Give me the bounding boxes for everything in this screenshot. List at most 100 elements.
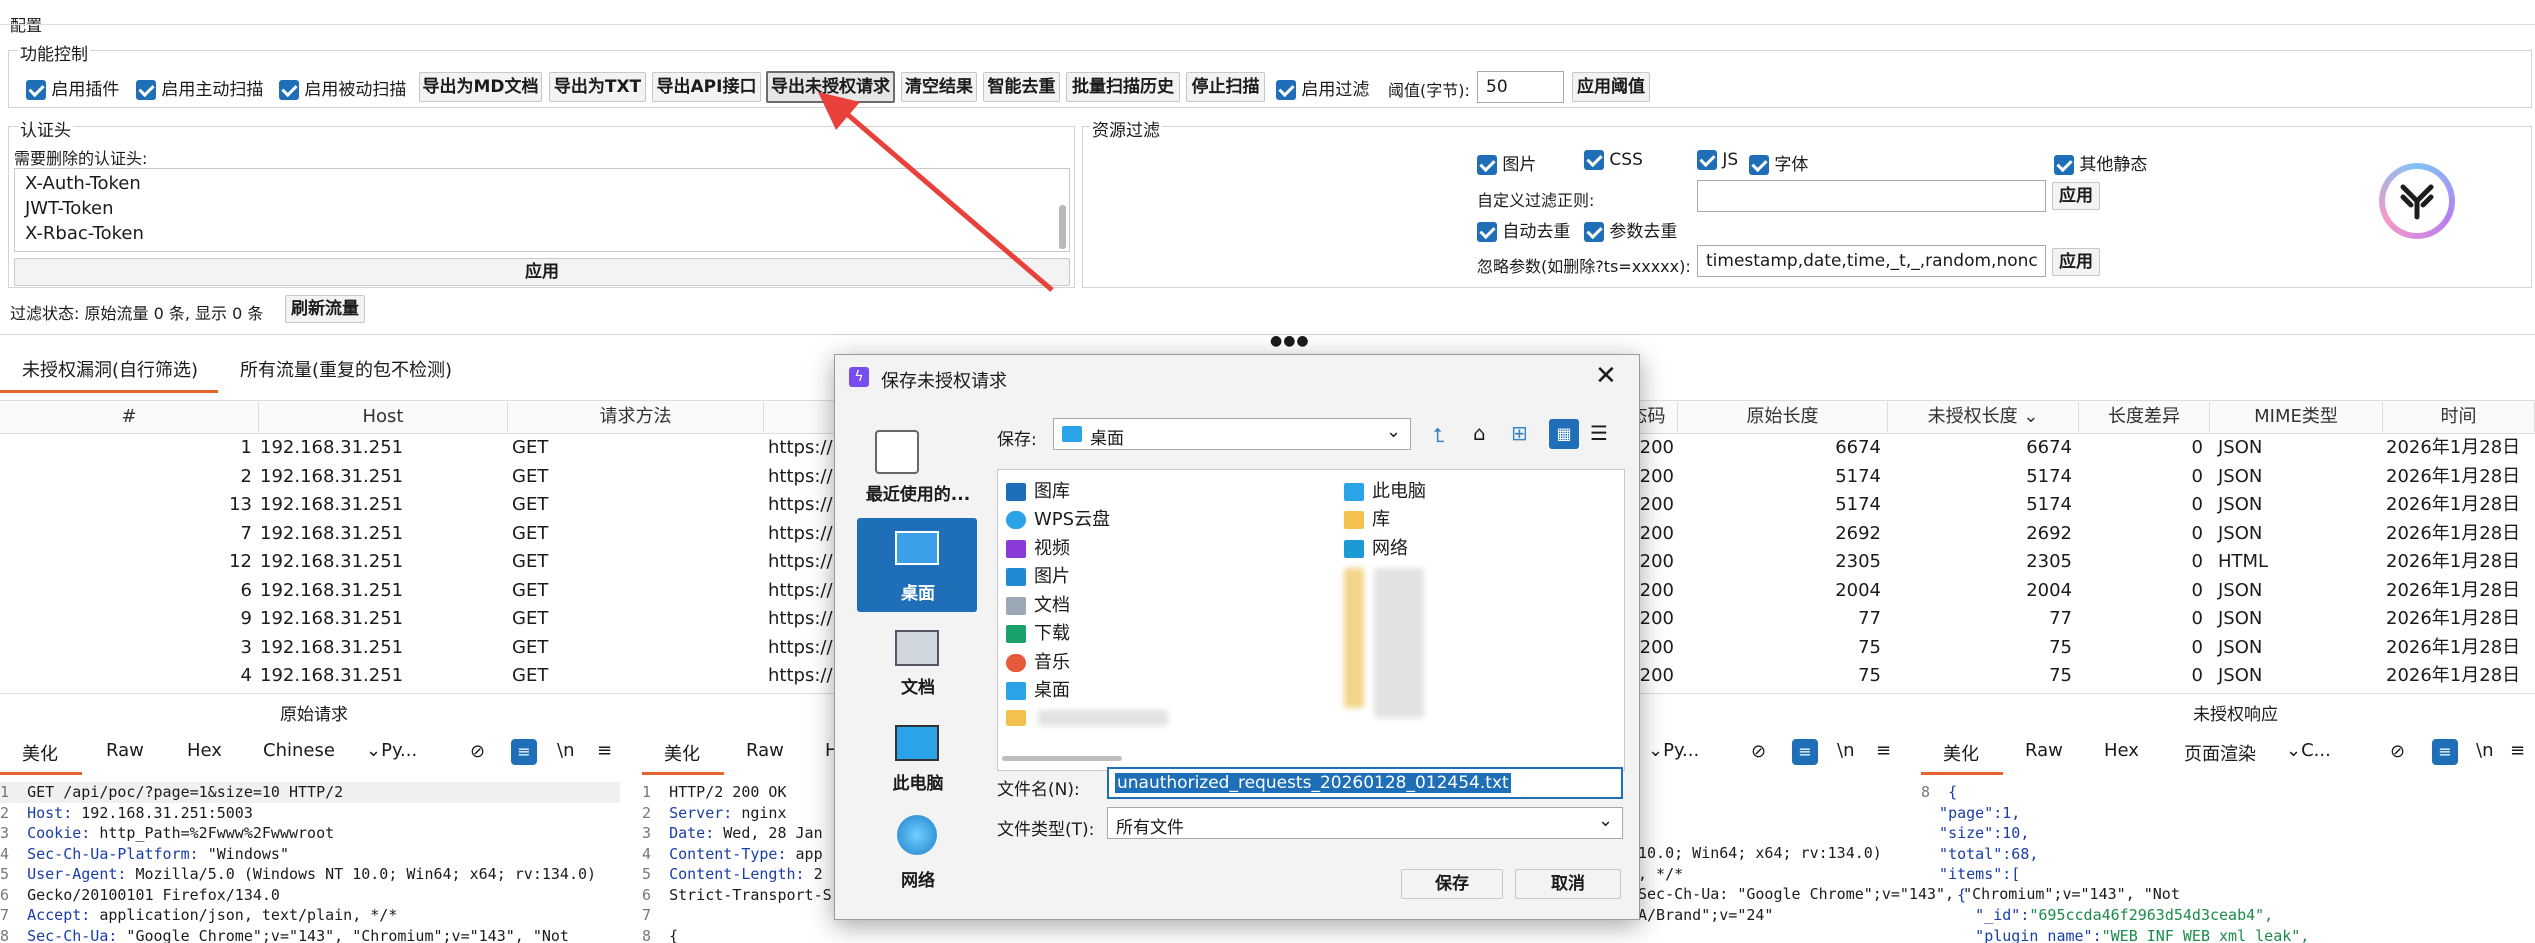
css-filter-check[interactable]: CSS	[1584, 150, 1643, 170]
sidebar-item-documents[interactable]: 文档	[858, 673, 978, 698]
file-item-pc[interactable]: 此电脑	[1344, 478, 1426, 506]
filetype-select[interactable]: 所有文件 ⌄	[1107, 807, 1623, 839]
newline-icon[interactable]: \n	[557, 740, 574, 761]
threshold-input[interactable]: 50	[1477, 71, 1564, 103]
col-length-diff[interactable]: 长度差异	[2079, 402, 2210, 432]
up-folder-icon[interactable]: ⮤	[1433, 423, 1445, 447]
request-editor[interactable]: 1 GET /api/poc/?page=1&size=10 HTTP/2 2 H…	[0, 782, 620, 943]
tab-raw[interactable]: Raw	[106, 740, 144, 761]
tab-c[interactable]: ⌄C...	[2286, 740, 2331, 761]
enable-passive-scan-check[interactable]: 启用被动扫描	[279, 75, 406, 100]
hide-icon[interactable]: ⊘	[1751, 741, 1766, 762]
tab-pretty[interactable]: 美化	[22, 740, 58, 766]
font-filter-check[interactable]: 字体	[1749, 150, 1808, 175]
enable-filter-check[interactable]: 启用过滤	[1276, 75, 1369, 100]
menu-icon[interactable]: ≡	[2510, 740, 2525, 761]
file-item-documents[interactable]: 文档	[1006, 592, 1070, 620]
col-time[interactable]: 时间	[2383, 402, 2535, 432]
other-static-check[interactable]: 其他静态	[2054, 150, 2147, 175]
list-view-icon[interactable]: ☰	[1590, 421, 1608, 445]
sidebar-item-network[interactable]: 网络	[858, 866, 978, 891]
tab-render[interactable]: 页面渲染	[2184, 740, 2256, 766]
col-mime[interactable]: MIME类型	[2210, 402, 2383, 432]
list-item[interactable]: X-Rbac-Token	[25, 223, 144, 244]
cancel-button[interactable]: 取消	[1515, 869, 1621, 899]
response-editor[interactable]: 1 HTTP/2 200 OK 2 Server: nginx 3 Date: We…	[642, 782, 832, 943]
enable-active-scan-check[interactable]: 启用主动扫描	[136, 75, 263, 100]
js-filter-check[interactable]: JS	[1697, 150, 1738, 170]
batch-scan-history-button[interactable]: 批量扫描历史	[1066, 72, 1180, 102]
cell-host: 192.168.31.251	[260, 665, 404, 686]
menu-icon[interactable]: ≡	[597, 740, 612, 761]
newline-icon[interactable]: \n	[2476, 740, 2493, 761]
tab-chinese[interactable]: Chinese	[263, 740, 335, 761]
image-filter-check[interactable]: 图片	[1477, 150, 1536, 175]
tab-python-3[interactable]: ⌄Py...	[1648, 740, 1699, 761]
col-host[interactable]: Host	[259, 402, 508, 432]
tab-unauth-vulns[interactable]: 未授权漏洞(自行筛选)	[22, 356, 198, 382]
splitter-handle[interactable]: ●●●	[1270, 333, 1310, 349]
tab-hex[interactable]: Hex	[187, 740, 222, 761]
cell-number: 9	[240, 608, 252, 629]
file-item-downloads[interactable]: 下载	[1006, 620, 1070, 648]
scrollbar[interactable]	[1002, 756, 1122, 761]
file-item-gallery[interactable]: 图库	[1006, 478, 1070, 506]
col-number[interactable]: #	[0, 402, 259, 432]
grid-view-icon[interactable]: ▦	[1549, 419, 1579, 449]
ignore-apply-button[interactable]: 应用	[2052, 248, 2100, 276]
tab-all-traffic[interactable]: 所有流量(重复的包不检测)	[240, 356, 452, 382]
wrap-icon[interactable]: ≡	[1792, 739, 1818, 765]
file-item-wps[interactable]: WPS云盘	[1006, 506, 1110, 534]
col-unauth-length[interactable]: 未授权长度 ⌄	[1888, 402, 2079, 432]
enable-plugin-check[interactable]: 启用插件	[26, 75, 119, 100]
hide-icon[interactable]: ⊘	[470, 741, 485, 762]
cell-length-diff: 0	[2191, 437, 2203, 458]
export-md-button[interactable]: 导出为MD文档	[419, 72, 542, 102]
auto-dedup-check[interactable]: 自动去重	[1477, 217, 1570, 242]
new-folder-icon[interactable]: ⊞	[1511, 421, 1528, 445]
file-item-desktop[interactable]: 桌面	[1006, 677, 1070, 705]
tab-pretty-4[interactable]: 美化	[1943, 740, 1979, 766]
wrap-icon[interactable]: ≡	[511, 739, 537, 765]
wrap-icon[interactable]: ≡	[2432, 739, 2458, 765]
param-dedup-check[interactable]: 参数去重	[1584, 217, 1677, 242]
file-item-library[interactable]: 库	[1344, 506, 1390, 534]
tab-raw-2[interactable]: Raw	[746, 740, 784, 761]
col-method[interactable]: 请求方法	[508, 402, 764, 432]
list-item[interactable]: X-Auth-Token	[25, 173, 141, 194]
tab-pretty-2[interactable]: 美化	[664, 740, 700, 766]
save-in-select[interactable]: 桌面 ⌄	[1053, 418, 1411, 450]
apply-threshold-button[interactable]: 应用阈值	[1572, 72, 1650, 102]
close-icon[interactable]: ✕	[1595, 361, 1617, 391]
regex-apply-button[interactable]: 应用	[2052, 182, 2100, 210]
sidebar-item-recent[interactable]: 最近使用的...	[858, 480, 978, 505]
filename-input[interactable]: unauthorized_requests_20260128_012454.tx…	[1107, 767, 1623, 799]
file-item-music[interactable]: 音乐	[1006, 649, 1070, 677]
unauth-response-editor[interactable]: 8 { "page":1, "size":10, "total":68, "it…	[1921, 782, 2535, 943]
sidebar-item-desktop[interactable]: 桌面	[858, 579, 978, 604]
file-item-videos[interactable]: 视频	[1006, 535, 1070, 563]
regex-input[interactable]	[1697, 180, 2046, 212]
save-button[interactable]: 保存	[1401, 869, 1503, 899]
newline-icon[interactable]: \n	[1837, 740, 1854, 761]
tab-python[interactable]: ⌄Py...	[366, 740, 417, 761]
filetype-label: 文件类型(T):	[997, 820, 1095, 840]
ignore-params-input[interactable]: timestamp,date,time,_t,_,random,nonc	[1697, 245, 2046, 277]
col-orig-length[interactable]: 原始长度	[1678, 402, 1888, 432]
file-item-network[interactable]: 网络	[1344, 535, 1408, 563]
tab-raw-4[interactable]: Raw	[2025, 740, 2063, 761]
tab-hex-4[interactable]: Hex	[2104, 740, 2139, 761]
file-item-pictures[interactable]: 图片	[1006, 563, 1070, 591]
code-line: 1 GET /api/poc/?page=1&size=10 HTTP/2	[0, 783, 344, 801]
menu-icon[interactable]: ≡	[1876, 740, 1891, 761]
refresh-traffic-button[interactable]: 刷新流量	[285, 295, 365, 323]
home-icon[interactable]: ⌂	[1473, 421, 1486, 445]
hide-icon[interactable]: ⊘	[2390, 741, 2405, 762]
file-list[interactable]: 图库 WPS云盘 视频 图片 文档 下载 音乐 桌面 此电脑 库 网络	[997, 469, 1625, 771]
sidebar-item-pc[interactable]: 此电脑	[858, 769, 978, 794]
export-api-button[interactable]: 导出API接口	[652, 72, 761, 102]
stop-scan-button[interactable]: 停止扫描	[1186, 72, 1265, 102]
export-txt-button[interactable]: 导出为TXT	[549, 72, 646, 102]
cell-length-diff: 0	[2191, 522, 2203, 544]
list-item[interactable]: JWT-Token	[25, 198, 114, 219]
